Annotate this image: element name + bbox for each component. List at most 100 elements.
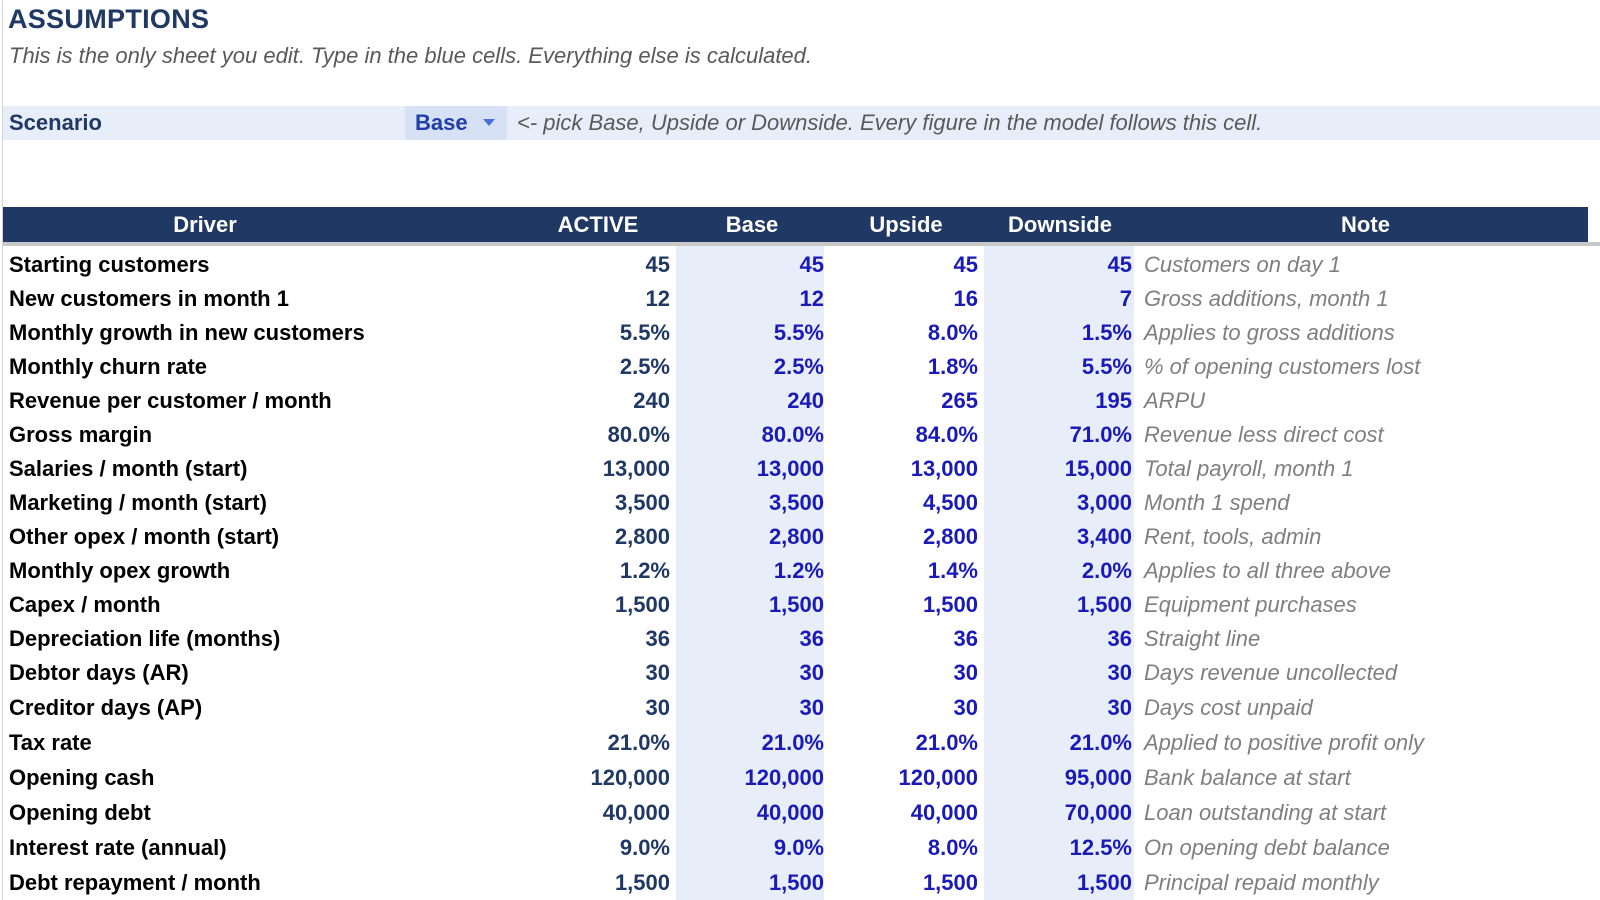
downside-input-cell[interactable]: 12.5% <box>982 835 1132 861</box>
table-row: Gross margin 80.0% 80.0% 84.0% 71.0% Revenue … <box>0 420 1600 454</box>
active-value: 1.2% <box>619 558 670 583</box>
active-value: 13,000 <box>602 456 670 481</box>
note-text: % of opening customers lost <box>1144 354 1421 379</box>
downside-input-cell[interactable]: 70,000 <box>982 800 1132 826</box>
base-input-cell[interactable]: 40,000 <box>674 800 824 826</box>
upside-input-cell[interactable]: 265 <box>828 388 978 414</box>
table-row: Debt repayment / month 1,500 1,500 1,500 1,5… <box>0 868 1600 900</box>
active-value: 36 <box>645 626 670 651</box>
upside-input-cell[interactable]: 8.0% <box>828 320 978 346</box>
note-text: Revenue less direct cost <box>1144 422 1384 447</box>
active-value: 12 <box>645 286 670 311</box>
header-note: Note <box>1341 212 1390 237</box>
table-row: Depreciation life (months) 36 36 36 36 Straig… <box>0 624 1600 658</box>
table-row: Marketing / month (start) 3,500 3,500 4,500… <box>0 488 1600 522</box>
upside-input-cell[interactable]: 84.0% <box>828 422 978 448</box>
active-value: 120,000 <box>590 765 670 790</box>
downside-input-cell[interactable]: 30 <box>982 695 1132 721</box>
upside-input-cell[interactable]: 45 <box>828 252 978 278</box>
driver-label: Depreciation life (months) <box>9 626 281 651</box>
upside-input-cell[interactable]: 13,000 <box>828 456 978 482</box>
base-input-cell[interactable]: 1,500 <box>674 870 824 896</box>
table-row: Opening cash 120,000 120,000 120,000 95,000 B… <box>0 763 1600 797</box>
scenario-label: Scenario <box>9 110 102 135</box>
base-input-cell[interactable]: 120,000 <box>674 765 824 791</box>
table-header: Driver ACTIVE Base Upside Downside Note <box>3 207 1588 242</box>
downside-input-cell[interactable]: 45 <box>982 252 1132 278</box>
upside-input-cell[interactable]: 16 <box>828 286 978 312</box>
upside-input-cell[interactable]: 36 <box>828 626 978 652</box>
upside-input-cell[interactable]: 2,800 <box>828 524 978 550</box>
table-row: Tax rate 21.0% 21.0% 21.0% 21.0% Applied to p… <box>0 728 1600 762</box>
upside-input-cell[interactable]: 30 <box>828 695 978 721</box>
base-input-cell[interactable]: 12 <box>674 286 824 312</box>
base-input-cell[interactable]: 1.2% <box>674 558 824 584</box>
chevron-down-icon[interactable] <box>483 119 495 126</box>
note-text: Bank balance at start <box>1144 765 1351 790</box>
scenario-dropdown[interactable]: Base <box>405 106 507 140</box>
driver-label: Monthly churn rate <box>9 354 208 379</box>
table-row: New customers in month 1 12 12 16 7 Gross add… <box>0 284 1600 318</box>
downside-input-cell[interactable]: 5.5% <box>982 354 1132 380</box>
driver-label: Creditor days (AP) <box>9 695 203 720</box>
driver-label: Monthly growth in new customers <box>9 320 365 345</box>
header-divider <box>3 242 1600 246</box>
upside-input-cell[interactable]: 21.0% <box>828 730 978 756</box>
upside-input-cell[interactable]: 120,000 <box>828 765 978 791</box>
base-input-cell[interactable]: 80.0% <box>674 422 824 448</box>
active-value: 21.0% <box>607 730 670 755</box>
upside-input-cell[interactable]: 1,500 <box>828 592 978 618</box>
base-input-cell[interactable]: 9.0% <box>674 835 824 861</box>
base-input-cell[interactable]: 2.5% <box>674 354 824 380</box>
scenario-selected-value[interactable]: Base <box>415 110 468 136</box>
upside-input-cell[interactable]: 8.0% <box>828 835 978 861</box>
upside-input-cell[interactable]: 30 <box>828 660 978 686</box>
header-active: ACTIVE <box>557 212 639 237</box>
header-base: Base <box>725 212 779 237</box>
downside-input-cell[interactable]: 36 <box>982 626 1132 652</box>
downside-input-cell[interactable]: 195 <box>982 388 1132 414</box>
base-input-cell[interactable]: 5.5% <box>674 320 824 346</box>
downside-input-cell[interactable]: 95,000 <box>982 765 1132 791</box>
upside-input-cell[interactable]: 1,500 <box>828 870 978 896</box>
table-row: Creditor days (AP) 30 30 30 30 Days cost unpa… <box>0 693 1600 727</box>
base-input-cell[interactable]: 36 <box>674 626 824 652</box>
downside-input-cell[interactable]: 1,500 <box>982 870 1132 896</box>
active-value: 5.5% <box>619 320 670 345</box>
upside-input-cell[interactable]: 4,500 <box>828 490 978 516</box>
driver-label: Opening cash <box>9 765 155 790</box>
downside-input-cell[interactable]: 3,400 <box>982 524 1132 550</box>
driver-label: Debtor days (AR) <box>9 660 189 685</box>
note-text: ARPU <box>1144 388 1206 413</box>
base-input-cell[interactable]: 3,500 <box>674 490 824 516</box>
active-value: 9.0% <box>619 835 670 860</box>
upside-input-cell[interactable]: 1.8% <box>828 354 978 380</box>
base-input-cell[interactable]: 21.0% <box>674 730 824 756</box>
base-input-cell[interactable]: 2,800 <box>674 524 824 550</box>
base-input-cell[interactable]: 30 <box>674 695 824 721</box>
downside-input-cell[interactable]: 7 <box>982 286 1132 312</box>
table-row: Starting customers 45 45 45 45 Customers on d… <box>0 250 1600 284</box>
downside-input-cell[interactable]: 15,000 <box>982 456 1132 482</box>
note-text: Equipment purchases <box>1144 592 1357 617</box>
active-value: 240 <box>633 388 670 413</box>
downside-input-cell[interactable]: 71.0% <box>982 422 1132 448</box>
note-text: Principal repaid monthly <box>1144 870 1379 895</box>
downside-input-cell[interactable]: 1.5% <box>982 320 1132 346</box>
downside-input-cell[interactable]: 21.0% <box>982 730 1132 756</box>
upside-input-cell[interactable]: 40,000 <box>828 800 978 826</box>
downside-input-cell[interactable]: 30 <box>982 660 1132 686</box>
driver-label: Opening debt <box>9 800 151 825</box>
active-value: 2,800 <box>614 524 670 549</box>
downside-input-cell[interactable]: 1,500 <box>982 592 1132 618</box>
base-input-cell[interactable]: 240 <box>674 388 824 414</box>
downside-input-cell[interactable]: 3,000 <box>982 490 1132 516</box>
upside-input-cell[interactable]: 1.4% <box>828 558 978 584</box>
downside-input-cell[interactable]: 2.0% <box>982 558 1132 584</box>
base-input-cell[interactable]: 45 <box>674 252 824 278</box>
base-input-cell[interactable]: 30 <box>674 660 824 686</box>
base-input-cell[interactable]: 1,500 <box>674 592 824 618</box>
page-subtitle: This is the only sheet you edit. Type in… <box>9 43 813 68</box>
driver-label: Tax rate <box>9 730 92 755</box>
base-input-cell[interactable]: 13,000 <box>674 456 824 482</box>
